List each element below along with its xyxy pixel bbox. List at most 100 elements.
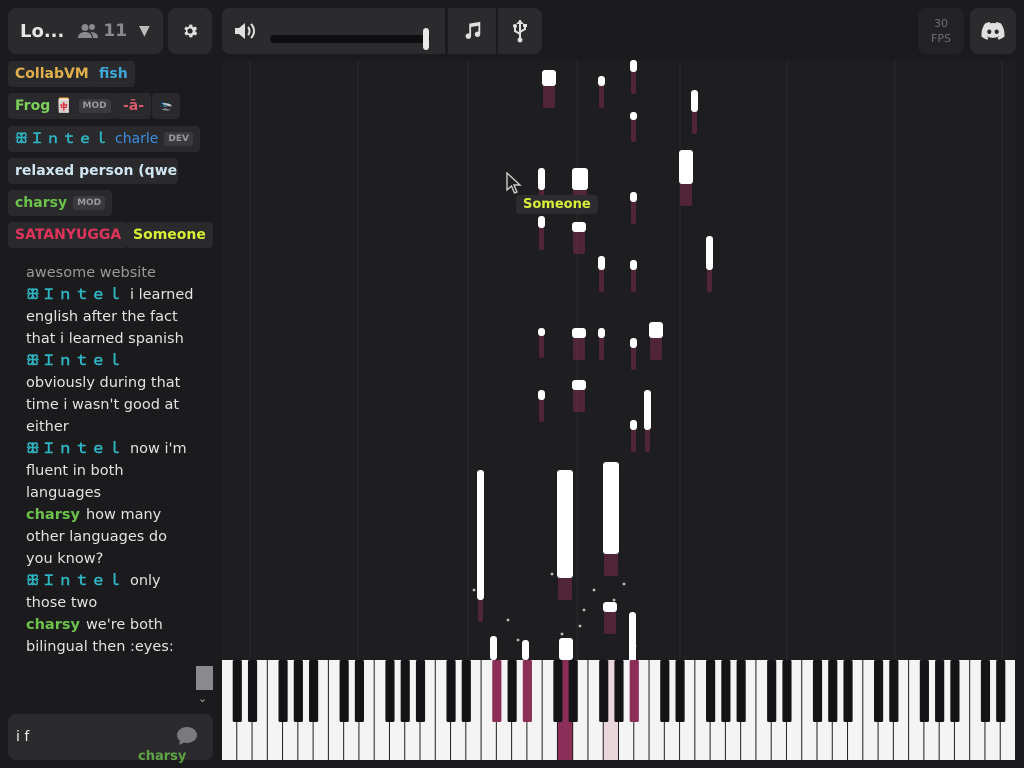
falling-note xyxy=(559,638,573,660)
chat-bubble-icon[interactable] xyxy=(176,726,198,746)
black-key[interactable] xyxy=(996,660,1006,722)
note-trail xyxy=(631,268,636,292)
chat-message: ꕥＩｎｔｅｌ i learned english after the fact t… xyxy=(8,284,196,350)
midi-button[interactable] xyxy=(448,8,496,54)
black-key[interactable] xyxy=(843,660,853,722)
user-tag[interactable]: relaxed person (qwer... xyxy=(8,158,178,184)
piano-keyboard[interactable] xyxy=(222,660,1016,760)
black-key[interactable] xyxy=(629,660,639,722)
user-tag[interactable]: 🛬 xyxy=(152,93,180,119)
usb-button[interactable] xyxy=(498,8,542,54)
black-key[interactable] xyxy=(721,660,731,722)
black-key[interactable] xyxy=(660,660,670,722)
note-trail xyxy=(599,84,604,108)
chat-username[interactable]: ꕥＩｎｔｅｌ xyxy=(26,287,124,303)
note-trail xyxy=(573,388,585,412)
user-tag[interactable]: charle DEV xyxy=(108,126,201,152)
user-badge: DEV xyxy=(164,132,194,146)
chat-username[interactable]: ꕥＩｎｔｅｌ xyxy=(26,353,124,369)
room-selector[interactable]: Lo... 11 ▼ xyxy=(8,8,163,54)
settings-button[interactable] xyxy=(168,8,212,54)
discord-button[interactable] xyxy=(970,8,1016,54)
user-count: 11 xyxy=(78,21,127,41)
falling-note xyxy=(630,112,637,120)
black-key[interactable] xyxy=(507,660,517,722)
speaker-icon[interactable] xyxy=(234,21,256,41)
chevron-down-icon[interactable]: ⌄ xyxy=(198,692,207,705)
falling-note xyxy=(629,612,636,662)
black-key[interactable] xyxy=(935,660,945,722)
chat-message: charsy we're both bilingual then :eyes: xyxy=(8,614,196,658)
black-key[interactable] xyxy=(812,660,823,722)
black-key[interactable] xyxy=(461,660,471,722)
black-key[interactable] xyxy=(782,660,792,722)
black-key[interactable] xyxy=(706,660,716,722)
user-name: fish xyxy=(99,66,128,82)
black-key[interactable] xyxy=(400,660,410,722)
user-name: 🛬 xyxy=(159,99,173,112)
black-key[interactable] xyxy=(828,660,838,722)
chat-message: charsy how many other languages do you kn… xyxy=(8,504,196,570)
user-name: charle xyxy=(115,131,159,147)
falling-note xyxy=(598,76,605,86)
music-note-icon xyxy=(465,21,481,39)
user-tag[interactable]: Frog 🀄 MOD xyxy=(8,93,118,119)
black-key[interactable] xyxy=(278,660,288,722)
room-name: Lo... xyxy=(20,20,65,42)
chat-username[interactable]: charsy xyxy=(26,617,80,633)
black-key[interactable] xyxy=(675,660,685,722)
fps-counter: 30 FPS xyxy=(918,8,964,54)
black-key[interactable] xyxy=(492,660,502,722)
user-tag[interactable]: fish xyxy=(92,61,135,87)
black-key[interactable] xyxy=(232,660,242,722)
chat-username[interactable]: charsy xyxy=(26,507,80,523)
cursor-icon xyxy=(506,172,522,194)
black-key[interactable] xyxy=(446,660,456,722)
black-key[interactable] xyxy=(522,660,532,722)
user-tag[interactable]: ꕥＩｎｔｅｌ xyxy=(8,126,117,152)
user-tag[interactable]: Someone xyxy=(126,222,213,248)
note-trail xyxy=(650,336,662,360)
black-key[interactable] xyxy=(599,660,609,722)
black-key[interactable] xyxy=(339,660,349,722)
user-tag[interactable]: charsy MOD xyxy=(8,190,113,216)
black-key[interactable] xyxy=(736,660,746,722)
volume-slider-thumb[interactable] xyxy=(423,28,429,50)
volume-slider-track[interactable] xyxy=(270,35,430,43)
note-trail xyxy=(599,336,604,360)
falling-note xyxy=(477,470,484,600)
chat-log[interactable]: awesome website ꕥＩｎｔｅｌ i learned english … xyxy=(8,262,196,694)
user-tag[interactable]: SATANYUGGA xyxy=(8,222,129,248)
black-key[interactable] xyxy=(614,660,624,722)
chat-scrollbar-thumb[interactable] xyxy=(196,666,213,690)
black-key[interactable] xyxy=(354,660,365,722)
falling-note xyxy=(522,640,529,660)
falling-note xyxy=(538,328,545,336)
black-key[interactable] xyxy=(980,660,991,722)
user-name: CollabVM xyxy=(15,66,89,82)
black-key[interactable] xyxy=(767,660,777,722)
chevron-down-icon: ▼ xyxy=(139,23,150,39)
user-tag[interactable]: CollabVM xyxy=(8,61,96,87)
black-key[interactable] xyxy=(309,660,319,722)
black-key[interactable] xyxy=(568,660,578,722)
black-key[interactable] xyxy=(247,660,258,722)
black-key[interactable] xyxy=(919,660,929,722)
note-trail xyxy=(631,118,636,142)
falling-note xyxy=(679,150,693,184)
user-tag[interactable]: -ā- xyxy=(116,93,152,119)
black-key[interactable] xyxy=(415,660,426,722)
black-key[interactable] xyxy=(293,660,303,722)
chat-message: awesome website xyxy=(26,265,156,281)
chat-username[interactable]: ꕥＩｎｔｅｌ xyxy=(26,441,124,457)
black-key[interactable] xyxy=(889,660,899,722)
chat-input[interactable] xyxy=(16,722,166,752)
volume-control xyxy=(222,8,445,54)
user-name: relaxed person (qwer... xyxy=(15,163,178,179)
black-key[interactable] xyxy=(950,660,960,722)
black-key[interactable] xyxy=(873,660,884,722)
chat-username[interactable]: ꕥＩｎｔｅｌ xyxy=(26,573,124,589)
chat-text: obviously during that time i wasn't good… xyxy=(26,375,181,435)
black-key[interactable] xyxy=(553,660,563,722)
black-key[interactable] xyxy=(385,660,395,722)
